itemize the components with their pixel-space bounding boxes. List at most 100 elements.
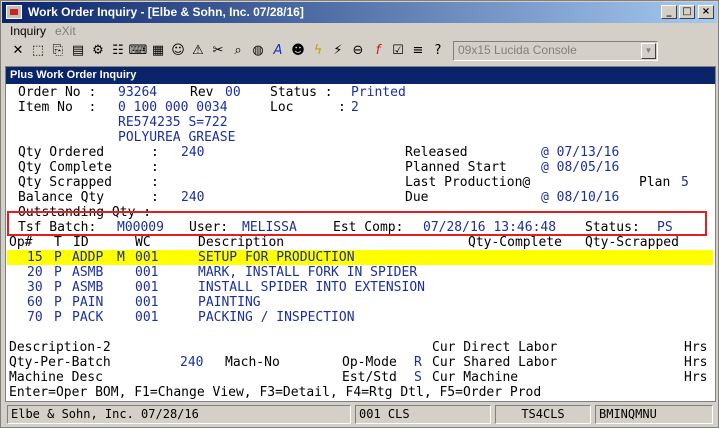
globe-icon[interactable]: ◍ bbox=[248, 41, 268, 61]
description2-label: Description-2 bbox=[9, 340, 111, 355]
rev-value: 00 bbox=[225, 85, 241, 100]
status-program: BMINQMNU bbox=[595, 405, 713, 424]
select-icon[interactable]: ⬚ bbox=[28, 41, 48, 61]
last-production-label: Last Production@ bbox=[405, 175, 531, 190]
mach-no-label: Mach-No bbox=[225, 355, 280, 370]
qty-ordered-value: 240 bbox=[181, 145, 205, 160]
user-value: MELISSA bbox=[242, 220, 297, 235]
op-number: 20 bbox=[27, 265, 43, 280]
op-mode-value: R bbox=[414, 355, 422, 370]
menu-inquiry[interactable]: Inquiry bbox=[10, 24, 46, 38]
released-label: Released bbox=[405, 145, 468, 160]
plan-label: Plan bbox=[639, 175, 671, 190]
close-button[interactable]: × bbox=[698, 5, 714, 19]
op-type: P bbox=[54, 280, 62, 295]
macro-icon[interactable]: ⚡ bbox=[328, 41, 348, 61]
hrs-label: Hrs bbox=[684, 355, 708, 370]
op-number: 70 bbox=[27, 310, 43, 325]
list-icon[interactable]: ≡ bbox=[408, 41, 428, 61]
due-label: Due bbox=[405, 190, 429, 205]
planned-start-label: Planned Start bbox=[405, 160, 507, 175]
est-comp-value: 07/28/16 13:46:48 bbox=[423, 220, 557, 235]
title-bar: Work Order Inquiry - [Elbe & Sohn, Inc. … bbox=[2, 2, 717, 23]
op-type: P bbox=[54, 250, 62, 265]
est-comp-label: Est Comp: bbox=[333, 220, 404, 235]
qty-ordered-label: Qty Ordered : bbox=[18, 145, 159, 160]
est-std-value: S bbox=[414, 370, 422, 385]
menu-bar: Inquiry eXit bbox=[2, 23, 717, 39]
contacts-icon[interactable]: ☻ bbox=[288, 41, 308, 61]
machine-desc-label: Machine Desc bbox=[9, 370, 103, 385]
op-wc: 001 bbox=[135, 295, 159, 310]
op-wc: 001 bbox=[135, 310, 159, 325]
status-session: TS4CLS bbox=[495, 405, 591, 424]
tsf-status-value: PS bbox=[657, 220, 673, 235]
options-icon[interactable]: ☷ bbox=[108, 41, 128, 61]
tsf-batch-value: M00009 bbox=[117, 220, 164, 235]
search-icon[interactable]: ⌕ bbox=[228, 41, 248, 61]
tsf-batch-label: Tsf Batch: bbox=[18, 220, 97, 235]
minimize-button[interactable]: _ bbox=[661, 5, 677, 19]
est-std-label: Est/Std bbox=[342, 370, 397, 385]
cur-shared-labor-label: Cur Shared Labor bbox=[432, 355, 558, 370]
op-id: PACK bbox=[72, 310, 104, 325]
lightning-icon[interactable]: ϟ bbox=[308, 41, 328, 61]
function-icon[interactable]: f bbox=[368, 41, 388, 61]
hrs-label: Hrs bbox=[684, 340, 708, 355]
font-select[interactable]: 09x15 Lucida Console ▼ bbox=[453, 41, 658, 61]
status-value: Printed bbox=[351, 85, 406, 100]
hrs-label: Hrs bbox=[684, 370, 708, 385]
app-window: Work Order Inquiry - [Elbe & Sohn, Inc. … bbox=[0, 0, 719, 428]
link-icon[interactable]: ⊖ bbox=[348, 41, 368, 61]
col-wc: WC bbox=[135, 235, 151, 250]
app-icon[interactable] bbox=[6, 5, 22, 19]
planned-start-value: @ 08/05/16 bbox=[541, 160, 620, 175]
user-icon[interactable]: ☺ bbox=[168, 41, 188, 61]
op-id: PAIN bbox=[72, 295, 104, 310]
item-no-value[interactable]: 0 100 000 0034 bbox=[118, 100, 228, 115]
loc-colon: : bbox=[338, 100, 346, 115]
tools-icon[interactable]: ✂ bbox=[208, 41, 228, 61]
op-description: PAINTING bbox=[198, 295, 261, 310]
toolbar: ✕ ⬚ ⎘ ▤ ⚙ ☷ ⌨ ▦ ☺ ⚠ ✂ ⌕ ◍ A ☻ ϟ ⚡ ⊖ f ☑ … bbox=[2, 39, 717, 63]
op-marker: M bbox=[117, 250, 125, 265]
paste-icon[interactable]: ▤ bbox=[68, 41, 88, 61]
op-type: P bbox=[54, 265, 62, 280]
cur-machine-label: Cur Machine bbox=[432, 370, 519, 385]
balance-qty-label: Balance Qty : bbox=[18, 190, 159, 205]
notes-icon[interactable]: ▦ bbox=[148, 41, 168, 61]
op-description: PACKING / INSPECTION bbox=[198, 310, 355, 325]
help-icon[interactable]: ? bbox=[428, 41, 448, 61]
op-id: ASMB bbox=[72, 265, 104, 280]
col-description: Description bbox=[198, 235, 285, 250]
col-qty-scrapped: Qty-Scrapped bbox=[585, 235, 679, 250]
checklist-icon[interactable]: ☑ bbox=[388, 41, 408, 61]
op-description: MARK, INSTALL FORK IN SPIDER bbox=[198, 265, 418, 280]
col-t: T bbox=[54, 235, 62, 250]
chevron-down-icon[interactable]: ▼ bbox=[641, 43, 656, 59]
op-wc: 001 bbox=[135, 280, 159, 295]
qty-per-batch-value: 240 bbox=[180, 355, 204, 370]
op-number: 15 bbox=[27, 250, 43, 265]
menu-exit[interactable]: eXit bbox=[55, 24, 76, 38]
order-no-value[interactable]: 93264 bbox=[118, 85, 157, 100]
copy-icon[interactable]: ⎘ bbox=[48, 41, 68, 61]
qty-scrapped-label: Qty Scrapped : bbox=[18, 175, 159, 190]
rev-label: Rev bbox=[190, 85, 214, 100]
maximize-button[interactable]: □ bbox=[679, 5, 695, 19]
op-id: ADDP bbox=[72, 250, 104, 265]
op-mode-label: Op-Mode bbox=[342, 355, 397, 370]
col-qty-complete: Qty-Complete bbox=[468, 235, 562, 250]
qty-per-batch-label: Qty-Per-Batch bbox=[9, 355, 111, 370]
window-title: Work Order Inquiry - [Elbe & Sohn, Inc. … bbox=[28, 5, 304, 19]
qty-complete-label: Qty Complete : bbox=[18, 160, 159, 175]
keyboard-icon[interactable]: ⌨ bbox=[128, 41, 148, 61]
cancel-icon[interactable]: ✕ bbox=[8, 41, 28, 61]
warning-icon[interactable]: ⚠ bbox=[188, 41, 208, 61]
font-icon[interactable]: A bbox=[268, 41, 288, 61]
loc-value: 2 bbox=[351, 100, 359, 115]
settings-icon[interactable]: ⚙ bbox=[88, 41, 108, 61]
col-op: Op# bbox=[9, 235, 33, 250]
status-cls: 001 CLS bbox=[355, 405, 491, 424]
plan-value: 5 bbox=[681, 175, 689, 190]
